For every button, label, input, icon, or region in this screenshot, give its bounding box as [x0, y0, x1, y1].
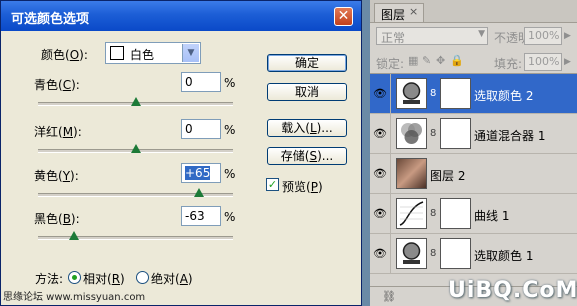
- lock-position-icon[interactable]: ✥: [436, 55, 447, 66]
- link-icon: 8: [430, 88, 437, 99]
- layers-tabbar: 图层 ×: [370, 0, 577, 23]
- load-button[interactable]: 载入(L)...: [267, 119, 347, 137]
- black-label: 黑色(B):: [34, 212, 80, 226]
- layer-mask-thumbnail[interactable]: [440, 198, 471, 229]
- chevron-down-icon: ▼: [478, 29, 485, 39]
- colors-dropdown[interactable]: 白色 ▼: [105, 42, 201, 64]
- layer-name: 选取颜色 2: [474, 89, 534, 103]
- fill-field[interactable]: 100%: [524, 53, 562, 71]
- chevron-down-icon[interactable]: ▼: [182, 44, 199, 62]
- lock-image-icon[interactable]: ✎: [422, 55, 433, 66]
- percent-sign: %: [224, 76, 236, 90]
- tab-layers[interactable]: 图层 ×: [374, 3, 424, 22]
- lock-all-icon[interactable]: 🔒: [450, 55, 464, 66]
- layer-name: 图层 2: [430, 169, 466, 183]
- channel-mixer-icon: [396, 118, 427, 149]
- magenta-slider-track[interactable]: [38, 144, 233, 153]
- eye-icon: 👁: [373, 87, 387, 100]
- chevron-right-icon[interactable]: ▶: [564, 57, 571, 67]
- colors-label: 颜色(O):: [41, 48, 88, 62]
- black-slider-track[interactable]: [38, 231, 233, 240]
- layer-row[interactable]: 👁 8 曲线 1: [370, 194, 577, 234]
- save-button[interactable]: 存储(S)...: [267, 147, 347, 165]
- selective-color-dialog: 可选颜色选项 ✕ 颜色(O): 白色 ▼ 青色(C): 0 % 洋红(M): 0…: [0, 0, 362, 306]
- black-value-field[interactable]: -63: [181, 206, 221, 226]
- link-layers-icon[interactable]: ⛓: [382, 290, 396, 303]
- cyan-value-field[interactable]: 0: [181, 72, 221, 92]
- opacity-field[interactable]: 100%: [524, 27, 562, 45]
- black-slider-thumb[interactable]: [69, 231, 80, 240]
- eye-icon: 👁: [373, 127, 387, 140]
- blend-mode-value: 正常: [381, 31, 406, 45]
- selective-color-icon: [396, 78, 427, 109]
- visibility-toggle[interactable]: 👁: [370, 234, 391, 273]
- watermark-text: 思缘论坛 www.missyuan.com: [3, 292, 146, 303]
- link-icon: 8: [430, 128, 437, 139]
- layer-name: 选取颜色 1: [474, 249, 534, 263]
- layer-list: 👁 8 选取颜色 2 👁 8 通道混合器 1 👁 图层 2 👁 8 曲线 1 👁…: [370, 73, 577, 306]
- close-icon[interactable]: ✕: [334, 7, 353, 26]
- layer-name: 通道混合器 1: [474, 129, 546, 143]
- layer-mask-thumbnail[interactable]: [440, 238, 471, 269]
- magenta-slider-thumb[interactable]: [130, 144, 141, 153]
- blend-mode-dropdown[interactable]: 正常 ▼: [376, 27, 488, 45]
- layer-name: 曲线 1: [474, 209, 510, 223]
- layer-row[interactable]: 👁 8 通道混合器 1: [370, 114, 577, 154]
- white-swatch-icon: [110, 46, 124, 60]
- layer-mask-thumbnail[interactable]: [440, 78, 471, 109]
- ok-button[interactable]: 确定: [267, 54, 347, 72]
- eye-icon: 👁: [373, 207, 387, 220]
- dialog-title: 可选颜色选项: [11, 12, 90, 27]
- yellow-value-field[interactable]: +65: [181, 163, 221, 183]
- magenta-value-field[interactable]: 0: [181, 119, 221, 139]
- fill-label: 填充:: [494, 57, 523, 71]
- visibility-toggle[interactable]: 👁: [370, 114, 391, 153]
- yellow-value-text: +65: [185, 166, 211, 180]
- layer-row[interactable]: 👁 图层 2: [370, 154, 577, 194]
- yellow-slider-track[interactable]: [38, 188, 233, 197]
- site-logo: UiBQ.CoM: [448, 278, 577, 303]
- selective-color-icon: [396, 238, 427, 269]
- curves-icon: [396, 198, 427, 229]
- visibility-toggle[interactable]: 👁: [370, 154, 391, 193]
- lock-transparency-icon[interactable]: ▦: [408, 55, 419, 66]
- absolute-radio[interactable]: [136, 271, 149, 284]
- relative-label[interactable]: 相对(R): [83, 270, 125, 287]
- cyan-slider-thumb[interactable]: [130, 97, 141, 106]
- link-icon: 8: [430, 208, 437, 219]
- layers-panel: 图层 × 正常 ▼ 不透明度: 100% ▶ 锁定: ▦ ✎ ✥ 🔒 填充: 1…: [370, 0, 577, 306]
- relative-radio[interactable]: [68, 271, 81, 284]
- preview-label[interactable]: 预览(P): [282, 178, 323, 195]
- yellow-label: 黄色(Y):: [34, 169, 79, 183]
- percent-sign: %: [224, 123, 236, 137]
- cyan-slider-track[interactable]: [38, 97, 233, 106]
- lock-label: 锁定:: [376, 57, 405, 71]
- yellow-slider-thumb[interactable]: [193, 188, 204, 197]
- absolute-label[interactable]: 绝对(A): [151, 270, 193, 287]
- cancel-button[interactable]: 取消: [267, 83, 347, 101]
- preview-checkbox[interactable]: ✓: [266, 178, 279, 191]
- layer-row[interactable]: 👁 8 选取颜色 1: [370, 234, 577, 274]
- eye-icon: 👁: [373, 247, 387, 260]
- visibility-toggle[interactable]: 👁: [370, 194, 391, 233]
- percent-sign: %: [224, 210, 236, 224]
- link-icon: 8: [430, 248, 437, 259]
- percent-sign: %: [224, 167, 236, 181]
- tab-layers-label: 图层: [381, 8, 406, 22]
- tab-close-icon[interactable]: ×: [409, 5, 418, 18]
- black-slider-row: 黑色(B): -63 %: [1, 206, 361, 258]
- portrait-thumbnail: [396, 158, 427, 189]
- layer-row[interactable]: 👁 8 选取颜色 2: [370, 74, 577, 114]
- layer-mask-thumbnail[interactable]: [440, 118, 471, 149]
- chevron-right-icon[interactable]: ▶: [564, 31, 571, 41]
- cyan-label: 青色(C):: [34, 78, 80, 92]
- dialog-titlebar[interactable]: 可选颜色选项 ✕: [1, 1, 361, 31]
- visibility-toggle[interactable]: 👁: [370, 74, 391, 113]
- eye-icon: 👁: [373, 167, 387, 180]
- colors-dropdown-value: 白色: [130, 48, 155, 62]
- method-label: 方法:: [35, 272, 64, 286]
- magenta-label: 洋红(M):: [34, 125, 82, 139]
